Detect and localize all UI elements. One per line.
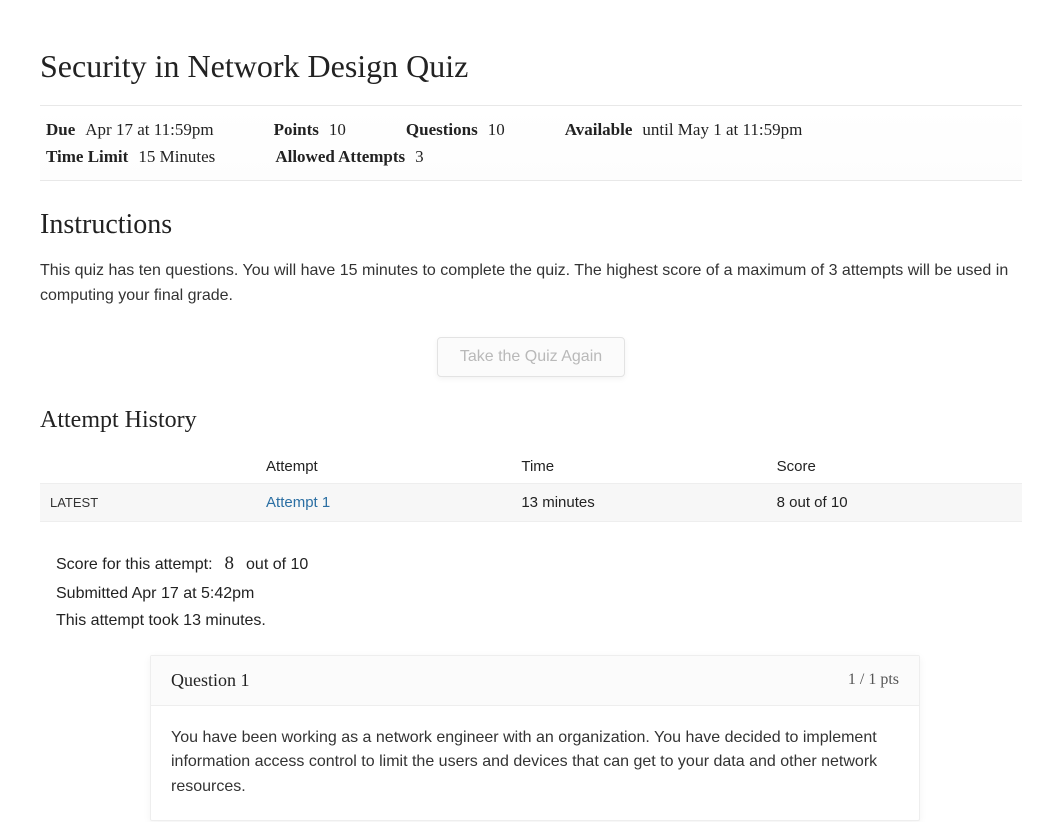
question-points: 1 / 1 pts [848, 671, 899, 689]
due-value: Apr 17 at 11:59pm [85, 116, 213, 143]
attempt-duration: This attempt took 13 minutes. [56, 607, 1006, 634]
allowed-attempts-label: Allowed Attempts [275, 143, 405, 170]
attempt-link[interactable]: Attempt 1 [266, 494, 330, 511]
questions-label: Questions [406, 116, 478, 143]
attempt-history-table: Attempt Time Score LATEST Attempt 1 13 m… [40, 450, 1022, 522]
question-header: Question 1 1 / 1 pts [151, 656, 919, 706]
page-title: Security in Network Design Quiz [40, 48, 1022, 85]
available-label: Available [565, 116, 633, 143]
allowed-attempts-value: 3 [415, 143, 424, 170]
question-card: Question 1 1 / 1 pts You have been worki… [150, 655, 920, 821]
time-limit-value: 15 Minutes [138, 143, 215, 170]
points-value: 10 [329, 116, 346, 143]
score-summary: Score for this attempt: 8 out of 10 Subm… [40, 546, 1022, 647]
available-value: until May 1 at 11:59pm [642, 116, 802, 143]
take-quiz-again-button[interactable]: Take the Quiz Again [437, 337, 625, 377]
points-label: Points [274, 116, 319, 143]
instructions-heading: Instructions [40, 209, 1022, 241]
due-label: Due [46, 116, 75, 143]
score-label: Score for this attempt: [56, 551, 213, 578]
questions-value: 10 [488, 116, 505, 143]
submitted-time: Submitted Apr 17 at 5:42pm [56, 580, 1006, 607]
instructions-text: This quiz has ten questions. You will ha… [40, 259, 1022, 309]
table-header-row: Attempt Time Score [40, 450, 1022, 484]
time-limit-label: Time Limit [46, 143, 128, 170]
attempt-history-heading: Attempt History [40, 407, 1022, 434]
score-value: 8 [225, 548, 235, 580]
col-score: Score [767, 450, 1022, 484]
quiz-meta-bar: Due Apr 17 at 11:59pm Points 10 Question… [40, 105, 1022, 181]
attempt-score: 8 out of 10 [767, 483, 1022, 521]
table-row: LATEST Attempt 1 13 minutes 8 out of 10 [40, 483, 1022, 521]
col-attempt: Attempt [256, 450, 511, 484]
score-suffix: out of 10 [246, 551, 308, 578]
question-title: Question 1 [171, 670, 250, 691]
question-body: You have been working as a network engin… [151, 706, 919, 820]
attempt-time: 13 minutes [511, 483, 766, 521]
col-time: Time [511, 450, 766, 484]
latest-badge: LATEST [40, 483, 256, 521]
